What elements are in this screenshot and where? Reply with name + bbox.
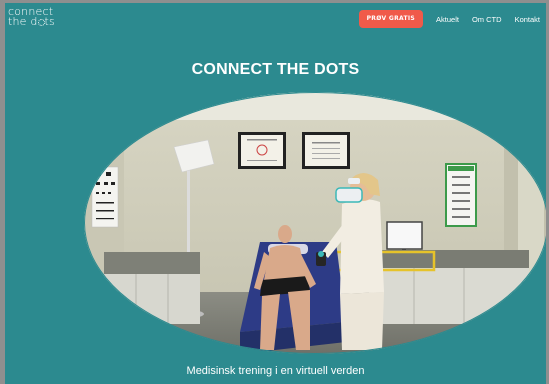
logo-line-2-prefix: the d bbox=[8, 15, 38, 28]
nav-link-aktuelt[interactable]: Aktuelt bbox=[436, 15, 459, 24]
nav-link-om-ctd[interactable]: Om CTD bbox=[472, 15, 502, 24]
page: connect the d ts PRØV GRATIS Aktuelt Om C… bbox=[5, 3, 546, 384]
logo-line-2: the d ts bbox=[8, 15, 55, 28]
hero-tagline: Medisinsk trening i en virtuell verden bbox=[186, 365, 365, 377]
site-logo[interactable]: connect the d ts bbox=[8, 6, 55, 28]
logo-line-2-suffix: ts bbox=[44, 15, 55, 28]
dotted-o-icon bbox=[37, 19, 45, 26]
try-free-button[interactable]: PRØV GRATIS bbox=[358, 10, 424, 28]
main-nav: PRØV GRATIS Aktuelt Om CTD Kontakt bbox=[358, 10, 540, 28]
nav-link-kontakt[interactable]: Kontakt bbox=[515, 15, 540, 24]
hero-vr-scene-image bbox=[84, 92, 546, 354]
hero-title: CONNECT THE DOTS bbox=[191, 61, 360, 78]
